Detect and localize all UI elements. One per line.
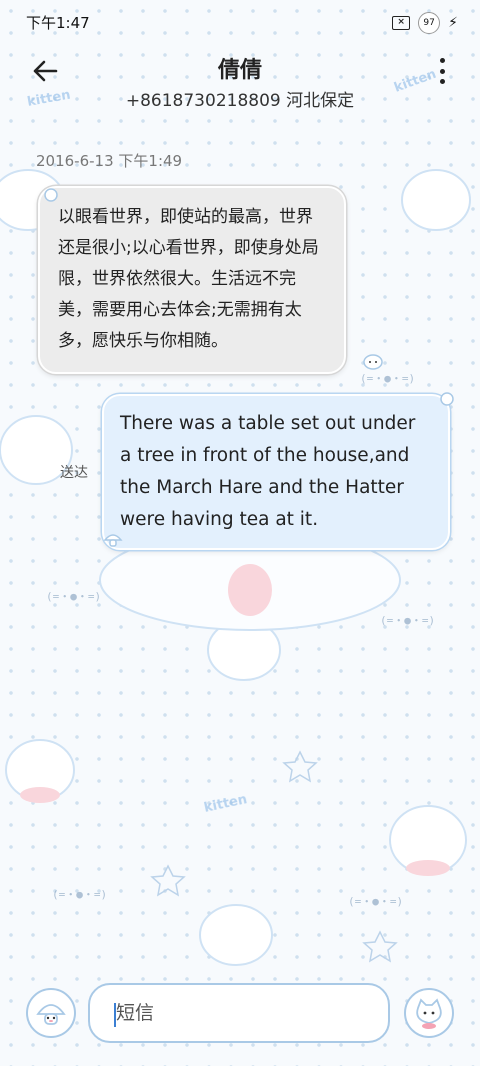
incoming-message-bubble[interactable]: 以眼看世界，即使站的最高，世界还是很小;以心看世界，即使身处局限，世界依然很大。…: [38, 186, 346, 374]
send-button[interactable]: [404, 988, 454, 1038]
delivery-status: 送达: [60, 465, 88, 481]
incoming-message-text: 以眼看世界，即使站的最高，世界还是很小;以心看世界，即使身处局限，世界依然很大。…: [58, 207, 319, 351]
text-caret: [114, 1003, 116, 1027]
svg-text:(=・●・=): (=・●・=): [360, 372, 415, 385]
battery-icon: 97: [418, 12, 441, 34]
message-input[interactable]: 短信: [88, 983, 390, 1043]
svg-text:(=・●・=): (=・●・=): [348, 895, 403, 908]
status-bar: 下午1:47 × 97 ⚡: [0, 0, 480, 46]
bubble-corner-decoration-icon: [44, 188, 58, 202]
compose-bar: 短信: [0, 980, 480, 1050]
mushroom-sticker-icon: [103, 534, 123, 547]
svg-text:(=・●・=): (=・●・=): [46, 590, 101, 603]
status-icons: × 97 ⚡: [392, 12, 458, 34]
svg-text:(=・●・=): (=・●・=): [380, 614, 435, 627]
contact-number-location[interactable]: +8618730218809 河北保定: [0, 86, 480, 111]
message-input-placeholder: 短信: [116, 1002, 155, 1024]
more-vertical-icon: [439, 58, 445, 63]
sim-off-icon: ×: [392, 16, 411, 30]
kitten-avatar-icon: [416, 998, 442, 1029]
message-timestamp: 2016-6-13 下午1:49: [36, 152, 183, 170]
attachment-button[interactable]: [26, 988, 76, 1038]
mushroom-avatar-icon: [36, 1004, 66, 1025]
contact-name[interactable]: 倩倩: [0, 52, 480, 84]
svg-text:kitten: kitten: [203, 792, 249, 816]
conversation-header: 倩倩 +8618730218809 河北保定: [0, 46, 480, 120]
svg-text:(=・●・=): (=・●・=): [52, 888, 107, 901]
bubble-corner-decoration-icon: [440, 392, 454, 406]
outgoing-message-bubble[interactable]: There was a table set out under a tree i…: [102, 394, 450, 550]
lightning-icon: ⚡: [448, 15, 458, 31]
more-options-button[interactable]: [438, 58, 446, 84]
status-time: 下午1:47: [26, 14, 90, 32]
outgoing-message-text: There was a table set out under a tree i…: [120, 413, 416, 530]
kitten-sticker-icon: [363, 354, 383, 370]
